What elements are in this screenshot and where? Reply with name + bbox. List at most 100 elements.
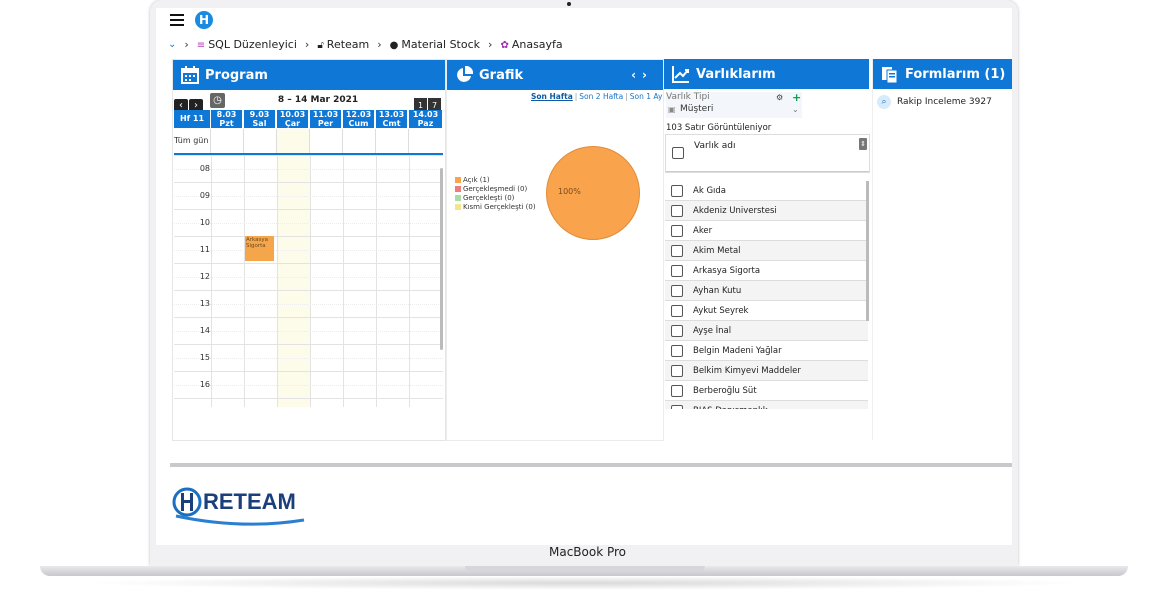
today-clock-icon[interactable]: ◷ [210, 93, 225, 108]
table-row[interactable]: BIAS Danışmanlık [665, 401, 868, 409]
legend-item: Gerçekleşti (0) [455, 194, 536, 203]
breadcrumb-item-material-stock[interactable]: ● Material Stock [390, 38, 480, 51]
entity-type-select[interactable]: Varlık Tipi ▣ Müşteri ⚙ + ⌄ [666, 91, 802, 118]
chart-legend: Açık (1) Gerçekleşmedi (0) Gerçekleşti (… [455, 176, 536, 212]
day-header[interactable]: 11.03 Per [310, 110, 343, 128]
tab-son-2-hafta[interactable]: Son 2 Hafta [577, 92, 625, 101]
all-day-cell[interactable] [310, 129, 343, 153]
week-number: Hf 11 [174, 110, 211, 128]
hour-label: 14 [199, 326, 210, 335]
entity-type-value: Müşteri [680, 104, 714, 114]
menu-icon[interactable] [170, 14, 184, 26]
table-row[interactable]: Ayhan Kutu [665, 281, 868, 301]
all-day-label: Tüm gün [174, 129, 211, 153]
all-day-cell[interactable] [376, 129, 409, 153]
row-checkbox[interactable] [671, 245, 683, 257]
row-checkbox[interactable] [671, 365, 683, 377]
all-day-cell[interactable] [343, 129, 376, 153]
hour-row: 13 [174, 290, 443, 318]
table-row[interactable]: Belgin Madeni Yağlar [665, 341, 868, 361]
day-header[interactable]: 10.03 Çar [277, 110, 310, 128]
tab-son-hafta[interactable]: Son Hafta [529, 92, 575, 101]
row-checkbox[interactable] [671, 325, 683, 337]
laptop-shadow [80, 576, 1090, 590]
row-checkbox[interactable] [671, 265, 683, 277]
tab-son-1-ay[interactable]: Son 1 Ay [628, 92, 665, 101]
form-item[interactable]: ⌕ Rakip Inceleme 3927 [877, 95, 992, 109]
select-all-checkbox[interactable] [672, 147, 684, 159]
program-header: Program [173, 60, 445, 90]
table-row[interactable]: Belkim Kimyevi Maddeler [665, 361, 868, 381]
hour-label: 09 [199, 191, 210, 200]
forms-icon [882, 67, 898, 83]
line-chart-icon [672, 66, 689, 83]
hour-label: 10 [199, 218, 210, 227]
breadcrumb-item-sql[interactable]: ≡ SQL Düzenleyici [197, 38, 297, 51]
pie-label: 100% [558, 187, 581, 196]
breadcrumb-item-anasayfa[interactable]: ✿ Anasayfa [500, 38, 562, 51]
cube-icon: ▣ [668, 105, 676, 114]
all-day-cell[interactable] [211, 129, 244, 153]
day-header[interactable]: 13.03 Cmt [376, 110, 409, 128]
row-checkbox[interactable] [671, 205, 683, 217]
row-checkbox[interactable] [671, 305, 683, 317]
all-day-row: Tüm gün [174, 129, 443, 155]
all-day-cell[interactable] [277, 129, 310, 153]
row-label: Belkim Kimyevi Maddeler [693, 366, 801, 376]
row-checkbox[interactable] [671, 285, 683, 297]
row-checkbox[interactable] [671, 385, 683, 397]
hour-row: 14 [174, 317, 443, 345]
column-header[interactable]: Varlık adı [694, 141, 735, 151]
device-label: MacBook Pro [548, 545, 627, 559]
breadcrumb-item-reteam[interactable]: 🔓︎ Reteam [317, 38, 369, 51]
hour-row: 10 [174, 209, 443, 237]
row-checkbox[interactable] [671, 345, 683, 357]
table-row[interactable]: Arkasya Sigorta [665, 261, 868, 281]
hour-label: 11 [199, 245, 210, 254]
calendar-scrollbar[interactable] [440, 168, 443, 350]
sort-icon[interactable]: ⇕ [859, 138, 867, 150]
calendar-grid[interactable]: 08 09 10 11 12 13 14 15 16 17 Arkasya Sigorta [174, 155, 443, 407]
hour-row: 12 [174, 263, 443, 291]
dashboard-icon: ✿ [500, 39, 509, 51]
form-item-label: Rakip Inceleme 3927 [897, 97, 992, 107]
table-row[interactable]: Aykut Seyrek [665, 301, 868, 321]
camera [567, 2, 571, 6]
settings-icon[interactable]: ⚙ [776, 93, 783, 102]
chevron-right-icon[interactable]: › [642, 68, 653, 82]
expand-icon[interactable]: ⌄ [168, 39, 176, 50]
row-label: Belgin Madeni Yağlar [693, 346, 782, 356]
varlik-panel: Varlıklarım Varlık Tipi ▣ Müşteri ⚙ + ⌄ … [664, 59, 870, 439]
row-label: Akim Metal [693, 246, 741, 256]
app-screen: H ⌄ › ≡ SQL Düzenleyici › 🔓︎ Reteam › ● Mat… [156, 8, 1012, 545]
all-day-cell[interactable] [244, 129, 277, 153]
table-row[interactable]: Berberoğlu Süt [665, 381, 868, 401]
day-header[interactable]: 8.03 Pzt [211, 110, 244, 128]
chevron-down-icon[interactable]: ⌄ [792, 105, 799, 114]
table-row[interactable]: Ayşe İnal [665, 321, 868, 341]
day-header[interactable]: 14.03 Paz [409, 110, 443, 128]
app-logo-icon[interactable]: H [195, 11, 213, 29]
hour-label: 08 [199, 164, 210, 173]
row-checkbox[interactable] [671, 225, 683, 237]
calendar-range: 8 – 14 Mar 2021 [277, 95, 359, 105]
top-bar: H [156, 8, 1012, 34]
row-label: Aykut Seyrek [693, 306, 749, 316]
day-header[interactable]: 12.03 Cum [343, 110, 376, 128]
day-header[interactable]: 9.03 Sal [244, 110, 277, 128]
grafik-panel: Grafik ‹› Son Hafta | Son 2 Hafta | Son 1 Ay… [446, 59, 664, 441]
row-checkbox[interactable] [671, 405, 683, 409]
hour-label: 13 [199, 299, 210, 308]
table-row[interactable]: Akdeniz Universtesi [665, 201, 868, 221]
all-day-cell[interactable] [409, 129, 443, 153]
calendar-event[interactable]: Arkasya Sigorta [245, 236, 274, 261]
add-icon[interactable]: + [792, 91, 801, 104]
hour-label: 12 [199, 272, 210, 281]
table-scrollbar[interactable] [866, 181, 869, 321]
chevron-left-icon[interactable]: ‹ [631, 68, 642, 82]
row-checkbox[interactable] [671, 185, 683, 197]
legend-item: Gerçekleşmedi (0) [455, 185, 536, 194]
table-row[interactable]: Akim Metal [665, 241, 868, 261]
table-row[interactable]: Ak Gıda [665, 181, 868, 201]
table-row[interactable]: Aker [665, 221, 868, 241]
